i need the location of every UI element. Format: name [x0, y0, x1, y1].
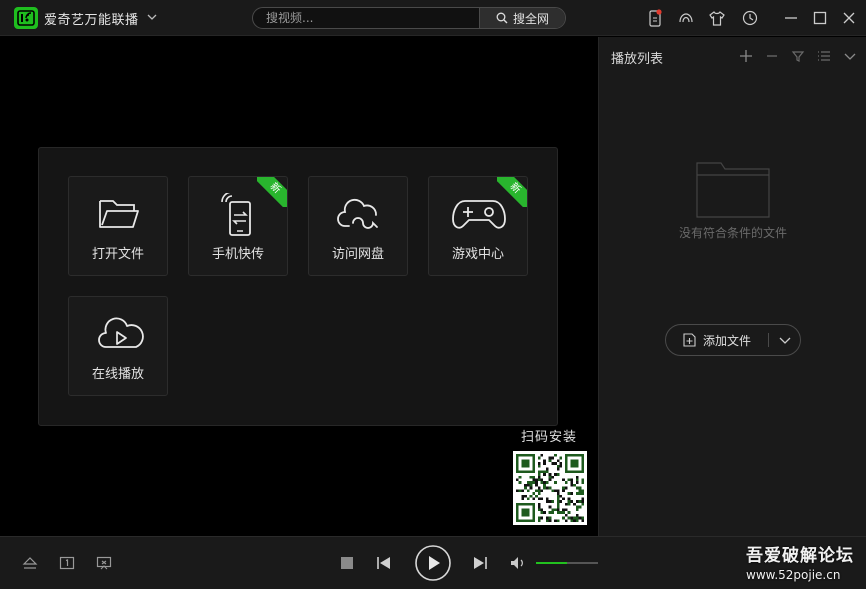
- empty-folder-icon: [696, 162, 770, 218]
- phone-transfer-icon: [221, 193, 251, 236]
- cloud-play-icon: [98, 317, 144, 348]
- chevron-down-icon: [779, 337, 791, 344]
- add-file-icon: [683, 333, 696, 347]
- app-title[interactable]: 爱奇艺万能联播: [44, 9, 139, 28]
- video-area[interactable]: 打开文件 新 手机快传 访问网盘 新 游戏中心 在线播放 扫码安装: [0, 37, 597, 536]
- watermark-title: 吾爱破解论坛: [746, 546, 854, 566]
- volume-level: [536, 562, 567, 564]
- cloud-drive-icon: [337, 198, 378, 229]
- close-icon[interactable]: [840, 9, 858, 27]
- tile-label: 游戏中心: [451, 247, 504, 262]
- tile-game-center[interactable]: 新 游戏中心: [428, 176, 528, 276]
- previous-icon[interactable]: [376, 556, 392, 570]
- tile-open-file[interactable]: 打开文件: [68, 176, 168, 276]
- quick-launch-panel: 打开文件 新 手机快传 访问网盘 新 游戏中心 在线播放: [38, 147, 558, 426]
- empty-playlist-text: 没有符合条件的文件: [678, 226, 787, 240]
- tile-cloud-drive[interactable]: 访问网盘: [308, 176, 408, 276]
- eject-icon[interactable]: [22, 555, 38, 571]
- search-icon: [496, 12, 508, 24]
- filter-icon[interactable]: [790, 48, 806, 64]
- chevron-down-icon[interactable]: [146, 11, 158, 23]
- search-box: 搜全网: [252, 7, 566, 29]
- add-file-dropdown[interactable]: [769, 325, 801, 355]
- player-controls: 吾爱破解论坛 www.52pojie.cn: [0, 536, 866, 589]
- tile-label: 打开文件: [91, 247, 144, 262]
- new-badge: 新: [257, 177, 287, 207]
- new-badge: 新: [497, 177, 527, 207]
- add-file-button-group: 添加文件: [665, 324, 801, 356]
- skin-theme-icon[interactable]: [677, 9, 695, 27]
- history-clock-icon[interactable]: [741, 9, 759, 27]
- tile-phone-transfer[interactable]: 新 手机快传: [188, 176, 288, 276]
- search-all-button[interactable]: 搜全网: [479, 8, 565, 28]
- playlist-toolbar: [738, 48, 858, 64]
- tile-online-play[interactable]: 在线播放: [68, 296, 168, 396]
- tshirt-icon[interactable]: [708, 9, 726, 27]
- folder-icon: [99, 200, 139, 228]
- maximize-icon[interactable]: [811, 9, 829, 27]
- add-icon[interactable]: [738, 48, 754, 64]
- watermark-url: www.52pojie.cn: [746, 568, 841, 582]
- stop-icon[interactable]: [340, 556, 354, 570]
- app-logo-icon: [14, 7, 38, 29]
- add-file-label: 添加文件: [702, 333, 751, 348]
- subtitle-icon[interactable]: [59, 555, 75, 571]
- add-file-button[interactable]: 添加文件: [666, 325, 768, 355]
- collapse-icon[interactable]: [842, 48, 858, 64]
- remove-icon[interactable]: [764, 48, 780, 64]
- tile-label: 访问网盘: [331, 247, 384, 262]
- watermark: 吾爱破解论坛 www.52pojie.cn: [746, 541, 866, 585]
- next-icon[interactable]: [472, 556, 488, 570]
- list-menu-icon[interactable]: [816, 48, 832, 64]
- search-all-label: 搜全网: [512, 11, 549, 26]
- minimize-icon[interactable]: [782, 9, 800, 27]
- tile-label: 在线播放: [91, 367, 144, 382]
- qr-code-image: [513, 451, 587, 525]
- qr-install-label: 扫码安装: [521, 430, 578, 445]
- title-bar: 爱奇艺万能联播 搜全网: [0, 0, 866, 36]
- playlist-panel: 播放列表 没有符合条件的文件 添加文件: [598, 37, 866, 536]
- search-input[interactable]: [253, 8, 478, 28]
- tile-label: 手机快传: [211, 247, 264, 262]
- volume-icon[interactable]: [510, 556, 526, 570]
- playlist-title: 播放列表: [611, 52, 664, 67]
- screen-cast-icon[interactable]: [96, 555, 112, 571]
- volume-slider[interactable]: [536, 562, 598, 564]
- play-button[interactable]: [414, 544, 452, 582]
- phone-app-icon[interactable]: [646, 9, 664, 27]
